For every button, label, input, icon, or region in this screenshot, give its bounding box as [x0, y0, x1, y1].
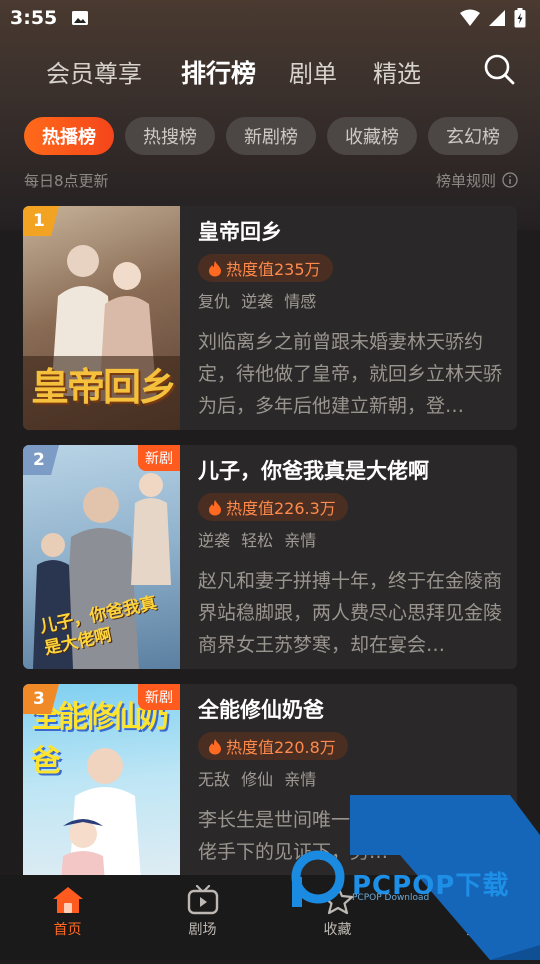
heat-value: 热度值235万 [226, 260, 321, 279]
drama-title: 皇帝回乡 [198, 220, 282, 244]
drama-card[interactable]: 皇帝回乡 1 皇帝回乡 热度值235万 复仇 逆袭 情感 刘临离乡之前曾跟未婚妻… [23, 206, 517, 430]
profile-icon [458, 886, 487, 914]
tag: 逆袭 [198, 531, 231, 550]
nav-favorites[interactable]: 收藏 [270, 875, 405, 960]
drama-poster: 儿子，你爸我真是大佬啊 2 新剧 [23, 445, 180, 669]
tab-featured[interactable]: 精选 [373, 54, 421, 89]
chip-hot-play[interactable]: 热播榜 [24, 117, 114, 155]
drama-description: 赵凡和妻子拼搏十年，终于在金陵商界站稳脚跟，两人费尽心思拜见金陵商界女王苏梦寒，… [198, 570, 503, 656]
poster-title-art: 皇帝回乡 [31, 365, 177, 409]
drama-title: 儿子，你爸我真是大佬啊 [198, 459, 429, 483]
status-time: 3:55 [10, 7, 58, 29]
chip-new-drama[interactable]: 新剧榜 [226, 117, 316, 155]
update-note: 每日8点更新 [24, 171, 109, 190]
chip-fantasy[interactable]: 玄幻榜 [428, 117, 518, 155]
signal-icon [489, 10, 505, 26]
nav-favorites-label: 收藏 [323, 922, 352, 938]
heat-value: 热度值226.3万 [226, 499, 336, 518]
nav-theater[interactable]: 剧场 [135, 875, 270, 960]
heat-badge: 热度值220.8万 [198, 732, 348, 760]
nav-theater-label: 剧场 [188, 922, 217, 938]
nav-profile[interactable]: 我 [405, 875, 540, 960]
nav-profile-label: 我 [465, 922, 480, 938]
status-bar: 3:55 [0, 0, 540, 36]
nav-home-label: 首页 [53, 922, 82, 938]
tab-ranking[interactable]: 排行榜 [181, 54, 256, 90]
chip-favorites[interactable]: 收藏榜 [327, 117, 417, 155]
top-tabs: 会员尊享 排行榜 剧单 精选 [0, 48, 540, 92]
ranking-list: 皇帝回乡 1 皇帝回乡 热度值235万 复仇 逆袭 情感 刘临离乡之前曾跟未婚妻… [23, 206, 517, 923]
flame-icon [209, 738, 221, 754]
heat-value: 热度值220.8万 [226, 738, 336, 757]
new-badge: 新剧 [138, 445, 180, 471]
ranking-rules-link[interactable]: 榜单规则 [436, 170, 518, 191]
gallery-notification-icon [72, 11, 89, 25]
tab-playlist[interactable]: 剧单 [289, 54, 337, 89]
drama-card[interactable]: 儿子，你爸我真是大佬啊 2 新剧 儿子，你爸我真是大佬啊 热度值226.3万 逆… [23, 445, 517, 669]
tag: 修仙 [241, 770, 274, 789]
nav-home[interactable]: 首页 [0, 875, 135, 960]
tag: 情感 [284, 292, 317, 311]
tag: 复仇 [198, 292, 231, 311]
new-badge: 新剧 [138, 684, 180, 710]
battery-icon [514, 8, 526, 28]
flame-icon [209, 499, 221, 515]
tag: 无敌 [198, 770, 231, 789]
tag: 逆袭 [241, 292, 274, 311]
tag: 亲情 [284, 770, 317, 789]
heat-badge: 热度值226.3万 [198, 493, 348, 521]
chip-hot-search[interactable]: 热搜榜 [125, 117, 215, 155]
info-icon [502, 172, 518, 188]
drama-tags: 逆袭 轻松 亲情 [198, 527, 505, 551]
tag: 亲情 [284, 531, 317, 550]
heat-badge: 热度值235万 [198, 254, 333, 282]
home-icon [52, 887, 83, 913]
tab-member[interactable]: 会员尊享 [46, 54, 142, 89]
drama-title: 全能修仙奶爸 [198, 698, 324, 722]
bottom-navigation: 首页 剧场 收藏 我 [0, 875, 540, 960]
star-icon [322, 885, 353, 915]
wifi-icon [460, 9, 480, 26]
drama-poster: 皇帝回乡 1 [23, 206, 180, 430]
drama-tags: 复仇 逆袭 情感 [198, 288, 505, 312]
ranking-categories: 热播榜 热搜榜 新剧榜 收藏榜 玄幻榜 [24, 117, 540, 157]
ranking-subbar: 每日8点更新 榜单规则 [24, 168, 518, 192]
ranking-rules-label: 榜单规则 [435, 171, 496, 190]
drama-description: 刘临离乡之前曾跟未婚妻林天骄约定，待他做了皇帝，就回乡立林天骄为后，多年后他建立… [198, 331, 503, 417]
tag: 轻松 [241, 531, 274, 550]
drama-tags: 无敌 修仙 亲情 [198, 766, 505, 790]
tv-icon [187, 885, 218, 915]
flame-icon [209, 260, 221, 276]
search-icon[interactable] [482, 52, 516, 86]
